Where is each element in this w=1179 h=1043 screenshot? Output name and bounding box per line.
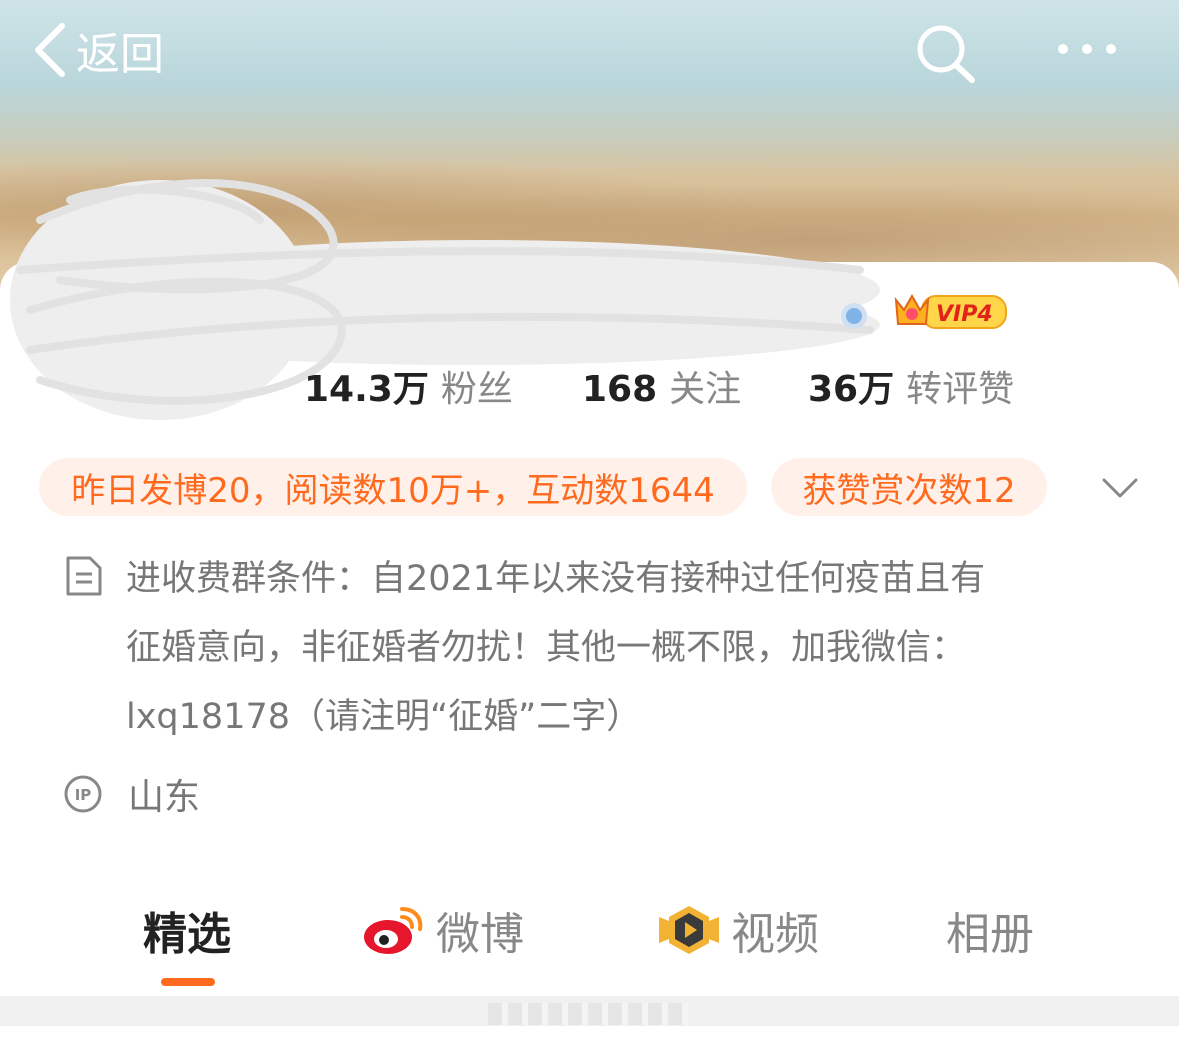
more-icon[interactable] bbox=[1052, 25, 1122, 75]
fans-label: 粉丝 bbox=[440, 369, 513, 410]
fans-stat[interactable]: 14.3万 粉丝 bbox=[304, 360, 513, 410]
likes-label: 转评赞 bbox=[906, 369, 1015, 410]
back-label: 返回 bbox=[76, 29, 164, 80]
following-stat[interactable]: 168 关注 bbox=[582, 360, 741, 410]
tab-album-label: 相册 bbox=[946, 909, 1034, 960]
svg-text:IP: IP bbox=[75, 786, 92, 804]
activity-pill[interactable]: 昨日发博20，阅读数10万+，互动数1644 bbox=[39, 458, 747, 516]
tab-featured[interactable]: 精选 bbox=[143, 900, 231, 960]
likes-stat[interactable]: 36万 转评赞 bbox=[808, 360, 1014, 410]
vip-badge[interactable]: VIP4 bbox=[892, 288, 1010, 334]
reward-pill[interactable]: 获赞赏次数12 bbox=[771, 458, 1047, 516]
video-icon bbox=[659, 906, 719, 954]
likes-count: 36万 bbox=[808, 369, 895, 410]
vip-text: VIP4 bbox=[936, 302, 993, 327]
chevron-left-icon bbox=[35, 23, 65, 77]
tab-weibo-label: 微博 bbox=[436, 909, 524, 960]
verified-icon bbox=[841, 303, 867, 329]
tab-video[interactable]: 视频 bbox=[657, 900, 819, 960]
tab-weibo[interactable]: 微博 bbox=[362, 900, 524, 960]
tab-video-label: 视频 bbox=[731, 909, 819, 960]
active-tab-indicator bbox=[161, 978, 215, 986]
fans-count: 14.3万 bbox=[304, 369, 429, 410]
chevron-down-icon[interactable] bbox=[1100, 468, 1140, 508]
tab-album[interactable]: 相册 bbox=[946, 900, 1034, 960]
bio-text: 进收费群条件：自2021年以来没有接种过任何疫苗且有 征婚意向，非征婚者勿扰！其… bbox=[126, 545, 1126, 752]
ip-icon: IP bbox=[64, 775, 102, 813]
bio-line-1: 进收费群条件：自2021年以来没有接种过任何疫苗且有 bbox=[126, 559, 986, 599]
bio-line-3: lxq18178（请注明“征婚”二字） bbox=[126, 697, 642, 737]
ip-location: 山东 bbox=[128, 777, 201, 818]
following-count: 168 bbox=[582, 369, 658, 410]
back-button[interactable]: 返回 bbox=[30, 20, 164, 80]
bio-line-2: 征婚意向，非征婚者勿扰！其他一概不限，加我微信： bbox=[126, 628, 967, 668]
following-label: 关注 bbox=[669, 369, 742, 410]
blurred-content bbox=[488, 1003, 688, 1025]
document-icon bbox=[66, 556, 102, 596]
weibo-icon bbox=[364, 907, 423, 954]
tab-featured-label: 精选 bbox=[143, 909, 231, 960]
crown-icon: VIP4 bbox=[894, 293, 1007, 329]
search-icon[interactable] bbox=[910, 20, 980, 90]
top-bar: 返回 bbox=[0, 0, 1179, 100]
